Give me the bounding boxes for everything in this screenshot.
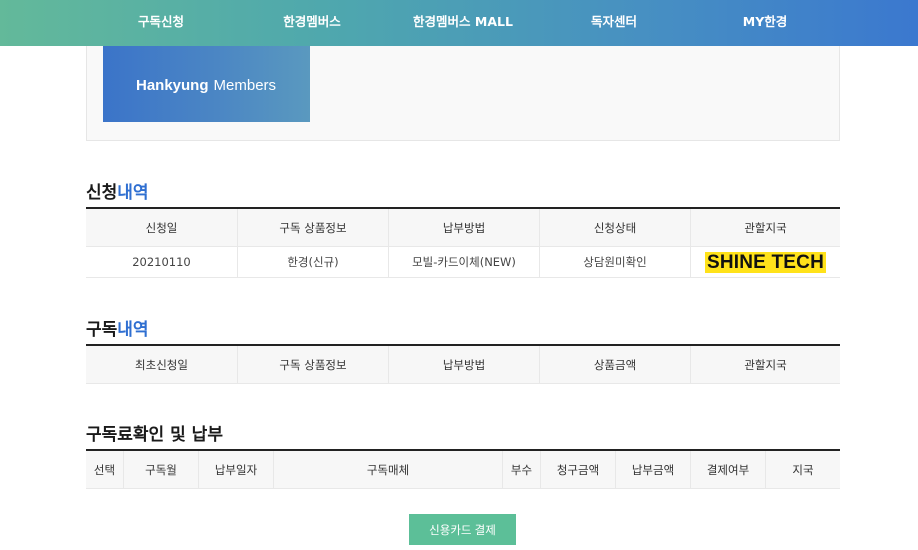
table-header-row: 선택 구독월 납부일자 구독매체 부수 청구금액 납부금액 결제여부 지국	[86, 451, 840, 489]
nav-item-members-mall[interactable]: 한경멤버스 MALL	[413, 0, 513, 46]
column-header: 신청상태	[539, 209, 690, 246]
banner-brand-bold: Hankyung	[136, 76, 209, 94]
nav-item-reader-center[interactable]: 독자센터	[591, 0, 637, 46]
nav-item-my-hankyung[interactable]: MY한경	[743, 0, 788, 46]
column-header: 지국	[765, 451, 840, 488]
column-header: 상품금액	[539, 346, 690, 383]
column-header: 최초신청일	[86, 346, 237, 383]
hankyung-members-banner[interactable]: Hankyung Members	[103, 46, 310, 122]
column-header: 납부방법	[388, 346, 539, 383]
subscription-history-title: 구독내역	[86, 315, 149, 340]
fee-payment-title: 구독료확인 및 납부	[86, 425, 223, 445]
column-header: 청구금액	[540, 451, 615, 488]
branch-name-highlight: SHINE TECH	[704, 251, 827, 273]
table-header-row: 신청일 구독 상품정보 납부방법 신청상태 관할지국	[86, 209, 840, 247]
column-header: 구독매체	[273, 451, 502, 488]
column-header: 납부일자	[198, 451, 273, 488]
application-status-cell: 상담원미확인	[539, 247, 690, 277]
membership-card: Hankyung Members	[86, 46, 840, 141]
column-header: 관할지국	[690, 346, 840, 383]
application-date-cell: 20210110	[86, 247, 237, 277]
column-header: 구독월	[123, 451, 198, 488]
branch-cell: SHINE TECH	[690, 247, 840, 277]
payment-method-cell: 모빌-카드이체(NEW)	[388, 247, 539, 277]
column-header: 결제여부	[690, 451, 765, 488]
top-navigation: 구독신청 한경멤버스 한경멤버스 MALL 독자센터 MY한경	[0, 0, 918, 46]
fee-table: 선택 구독월 납부일자 구독매체 부수 청구금액 납부금액 결제여부 지국	[86, 449, 840, 489]
nav-item-subscribe[interactable]: 구독신청	[138, 0, 184, 46]
column-header: 관할지국	[690, 209, 840, 246]
subscription-title-accent: 내역	[117, 320, 149, 340]
application-title-main: 신청	[86, 183, 118, 203]
column-header: 선택	[86, 451, 123, 488]
banner-brand-light: Members	[213, 76, 277, 94]
application-history-title: 신청내역	[86, 178, 149, 203]
column-header: 납부방법	[388, 209, 539, 246]
product-info-cell: 한경(신규)	[237, 247, 388, 277]
application-table: 신청일 구독 상품정보 납부방법 신청상태 관할지국 20210110 한경(신…	[86, 207, 840, 278]
subscription-table: 최초신청일 구독 상품정보 납부방법 상품금액 관할지국	[86, 344, 840, 384]
column-header: 부수	[502, 451, 540, 488]
column-header: 신청일	[86, 209, 237, 246]
table-row: 20210110 한경(신규) 모빌-카드이체(NEW) 상담원미확인 SHIN…	[86, 247, 840, 278]
table-header-row: 최초신청일 구독 상품정보 납부방법 상품금액 관할지국	[86, 346, 840, 384]
subscription-title-main: 구독	[86, 320, 118, 340]
nav-item-members[interactable]: 한경멤버스	[283, 0, 341, 46]
application-title-accent: 내역	[117, 183, 149, 203]
column-header: 납부금액	[615, 451, 690, 488]
column-header: 구독 상품정보	[237, 346, 388, 383]
credit-card-payment-button[interactable]: 신용카드 결제	[409, 514, 516, 545]
column-header: 구독 상품정보	[237, 209, 388, 246]
